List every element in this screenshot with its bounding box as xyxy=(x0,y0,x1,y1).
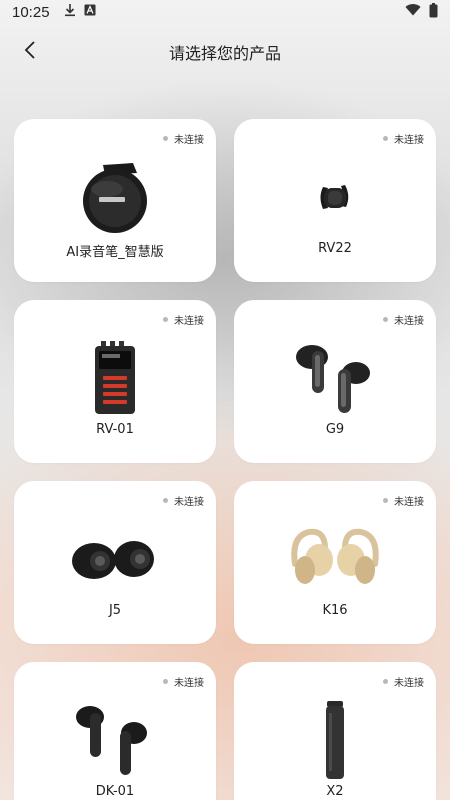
product-card-x2[interactable]: 未连接 X2 xyxy=(234,662,436,800)
pen-recorder-icon xyxy=(234,700,436,780)
text-a-icon xyxy=(84,4,96,20)
connection-status: 未连接 xyxy=(383,493,424,508)
product-grid: 未连接 AI录音笔_智慧版 未连接 RV22 未连接 RV-01 未连接 G9 … xyxy=(14,119,436,800)
product-name: J5 xyxy=(108,603,122,618)
status-label: 未连接 xyxy=(174,678,204,689)
product-card-ai-recorder[interactable]: 未连接 AI录音笔_智慧版 xyxy=(14,119,216,282)
product-name: G9 xyxy=(325,422,345,437)
black-earbuds-icon xyxy=(14,519,216,599)
download-icon xyxy=(64,3,76,21)
earbuds-icon xyxy=(234,338,436,418)
wifi-icon xyxy=(405,4,421,20)
connection-status: 未连接 xyxy=(163,131,204,146)
page-title: 请选择您的产品 xyxy=(168,44,281,63)
product-card-rv-01[interactable]: 未连接 RV-01 xyxy=(14,300,216,463)
status-dot xyxy=(163,679,168,684)
walkie-recorder-icon xyxy=(14,338,216,418)
product-name: DK-01 xyxy=(95,784,135,799)
connection-status: 未连接 xyxy=(383,312,424,327)
status-label: 未连接 xyxy=(174,316,204,327)
connection-status: 未连接 xyxy=(383,674,424,689)
status-dot xyxy=(383,498,388,503)
product-name: X2 xyxy=(326,784,344,799)
product-name: RV22 xyxy=(318,241,352,256)
round-recorder-icon xyxy=(14,157,216,237)
product-card-dk-01[interactable]: 未连接 DK-01 xyxy=(14,662,216,800)
status-time: 10:25 xyxy=(12,3,50,21)
product-name: K16 xyxy=(322,603,348,618)
status-label: 未连接 xyxy=(394,497,424,508)
status-dot xyxy=(163,136,168,141)
battery-icon xyxy=(429,2,438,22)
status-label: 未连接 xyxy=(174,135,204,146)
open-earbuds-icon xyxy=(234,519,436,599)
status-dot xyxy=(163,317,168,322)
status-label: 未连接 xyxy=(394,135,424,146)
connection-status: 未连接 xyxy=(163,493,204,508)
status-dot xyxy=(383,136,388,141)
product-card-g9[interactable]: 未连接 G9 xyxy=(234,300,436,463)
connection-status: 未连接 xyxy=(163,674,204,689)
status-label: 未连接 xyxy=(174,497,204,508)
connection-status: 未连接 xyxy=(383,131,424,146)
product-name: AI录音笔_智慧版 xyxy=(66,245,164,260)
connection-status: 未连接 xyxy=(163,312,204,327)
status-dot xyxy=(383,317,388,322)
stem-earbuds-icon xyxy=(14,700,216,780)
status-label: 未连接 xyxy=(394,678,424,689)
product-card-k16[interactable]: 未连接 K16 xyxy=(234,481,436,644)
product-card-j5[interactable]: 未连接 J5 xyxy=(14,481,216,644)
status-label: 未连接 xyxy=(394,316,424,327)
status-dot xyxy=(383,679,388,684)
header: 请选择您的产品 xyxy=(0,28,450,76)
product-name: RV-01 xyxy=(96,422,134,437)
band-icon xyxy=(234,157,436,237)
status-dot xyxy=(163,498,168,503)
status-bar: 10:25 xyxy=(0,0,450,24)
product-card-rv22[interactable]: 未连接 RV22 xyxy=(234,119,436,282)
